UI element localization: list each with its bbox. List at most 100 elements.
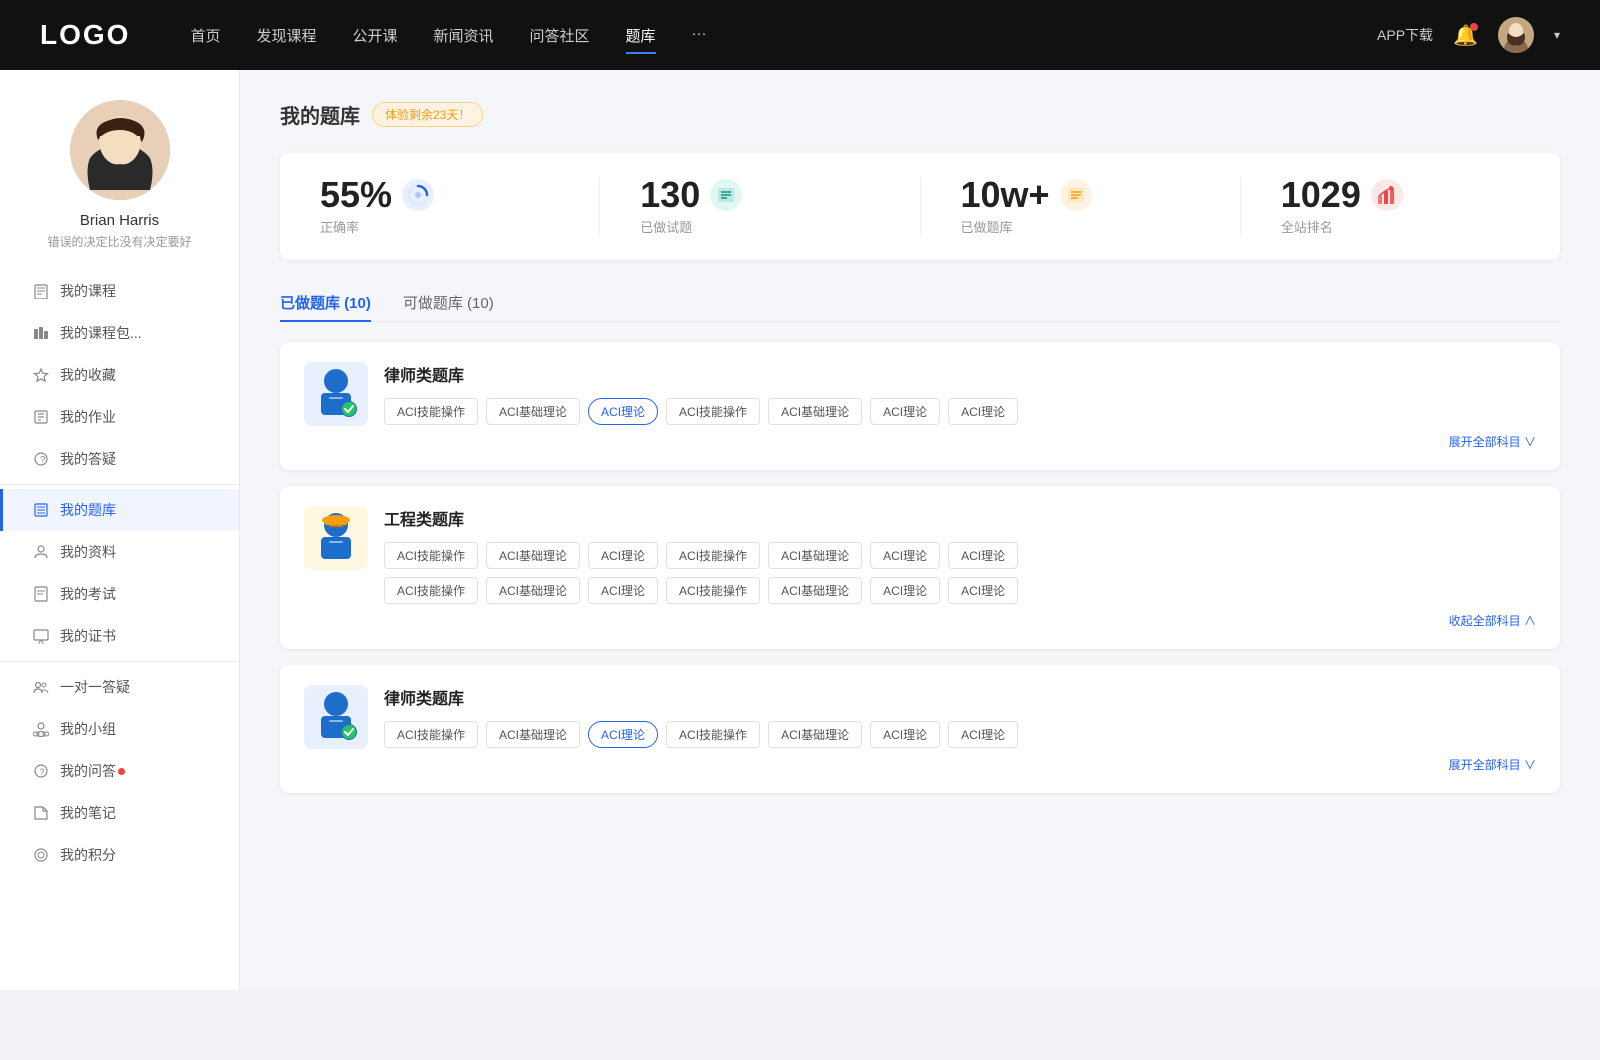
qbank-tags-row1: ACI技能操作 ACI基础理论 ACI理论 ACI技能操作 ACI基础理论 AC… bbox=[384, 542, 1536, 569]
tabs-row: 已做题库 (10) 可做题库 (10) bbox=[280, 284, 1560, 322]
question-dot bbox=[118, 768, 125, 775]
sidebar-item-points[interactable]: 我的积分 bbox=[0, 834, 239, 876]
exam-icon bbox=[32, 586, 50, 602]
qbank-tags-1: ACI技能操作 ACI基础理论 ACI理论 ACI技能操作 ACI基础理论 AC… bbox=[384, 398, 1536, 425]
qbank-tag[interactable]: ACI理论 bbox=[870, 721, 940, 748]
qbank-tag[interactable]: ACI技能操作 bbox=[666, 721, 760, 748]
qbank-tag[interactable]: ACI基础理论 bbox=[486, 577, 580, 604]
qbank-header-3: 律师类题库 ACI技能操作 ACI基础理论 ACI理论 ACI技能操作 ACI基… bbox=[304, 685, 1536, 773]
qbank-tag-active[interactable]: ACI理论 bbox=[588, 721, 658, 748]
sidebar-item-course-pkg[interactable]: 我的课程包... bbox=[0, 312, 239, 354]
qbank-tag[interactable]: ACI理论 bbox=[948, 542, 1018, 569]
user-dropdown-icon[interactable]: ▾ bbox=[1554, 28, 1560, 42]
stat-label-done-b: 已做题库 bbox=[961, 217, 1013, 236]
sidebar-item-favorites[interactable]: 我的收藏 bbox=[0, 354, 239, 396]
nav-qbank[interactable]: 题库 bbox=[626, 21, 656, 50]
page-title: 我的题库 bbox=[280, 100, 360, 129]
qbank-tag[interactable]: ACI基础理论 bbox=[768, 577, 862, 604]
qbank-card-2: 工程类题库 ACI技能操作 ACI基础理论 ACI理论 ACI技能操作 ACI基… bbox=[280, 486, 1560, 649]
qbank-tag[interactable]: ACI技能操作 bbox=[666, 577, 760, 604]
notes-icon bbox=[32, 805, 50, 821]
qbank-tag[interactable]: ACI基础理论 bbox=[768, 721, 862, 748]
qbank-tag[interactable]: ACI理论 bbox=[948, 398, 1018, 425]
sidebar-item-qbank[interactable]: 我的题库 bbox=[0, 489, 239, 531]
qbank-tag[interactable]: ACI理论 bbox=[870, 542, 940, 569]
stat-main-row-4: 1029 bbox=[1281, 177, 1403, 213]
stat-done-questions: 130 已做试题 bbox=[600, 177, 920, 236]
qbank-icon bbox=[32, 502, 50, 518]
stat-main-row: 55% bbox=[320, 177, 434, 213]
stat-value-done-b: 10w+ bbox=[961, 177, 1050, 213]
app-download-link[interactable]: APP下载 bbox=[1377, 25, 1433, 45]
nav-open-course[interactable]: 公开课 bbox=[352, 21, 397, 50]
nav-qa[interactable]: 问答社区 bbox=[530, 21, 590, 50]
qbank-body-3: 律师类题库 ACI技能操作 ACI基础理论 ACI理论 ACI技能操作 ACI基… bbox=[384, 685, 1536, 773]
stat-value-rank: 1029 bbox=[1281, 177, 1361, 213]
sidebar-item-label: 我的积分 bbox=[60, 845, 116, 865]
sidebar-item-profile[interactable]: 我的资料 bbox=[0, 531, 239, 573]
group-icon bbox=[32, 721, 50, 737]
sidebar-item-exam[interactable]: 我的考试 bbox=[0, 573, 239, 615]
nav-news[interactable]: 新闻资讯 bbox=[434, 21, 494, 50]
page-title-row: 我的题库 体验剩余23天！ bbox=[280, 100, 1560, 129]
lawyer-icon-svg bbox=[311, 367, 361, 421]
navbar-right: APP下载 🔔 ▾ bbox=[1377, 17, 1560, 53]
qbank-icon-2[interactable] bbox=[304, 506, 368, 570]
stat-icon-rank bbox=[1371, 179, 1403, 211]
sidebar-item-my-courses[interactable]: 我的课程 bbox=[0, 270, 239, 312]
tab-done-banks[interactable]: 已做题库 (10) bbox=[280, 284, 371, 321]
stat-label-rank: 全站排名 bbox=[1281, 217, 1333, 236]
notification-dot bbox=[1470, 23, 1478, 31]
sidebar-item-notes[interactable]: 我的笔记 bbox=[0, 792, 239, 834]
sidebar-item-questions[interactable]: ? 我的问答 bbox=[0, 750, 239, 792]
qbank-tag[interactable]: ACI技能操作 bbox=[384, 398, 478, 425]
navbar: LOGO 首页 发现课程 公开课 新闻资讯 问答社区 题库 ··· APP下载 … bbox=[0, 0, 1600, 70]
sidebar-item-cert[interactable]: 我的证书 bbox=[0, 615, 239, 657]
sidebar-item-label: 我的作业 bbox=[60, 407, 116, 427]
qbank-tag[interactable]: ACI理论 bbox=[588, 577, 658, 604]
qbank-title-2: 工程类题库 bbox=[384, 506, 1536, 530]
sidebar-item-label: 我的证书 bbox=[60, 626, 116, 646]
sidebar-item-group[interactable]: 我的小组 bbox=[0, 708, 239, 750]
qbank-tag[interactable]: ACI基础理论 bbox=[486, 721, 580, 748]
stat-icon-done-q bbox=[710, 179, 742, 211]
qbank-tag[interactable]: ACI技能操作 bbox=[666, 542, 760, 569]
qbank-expand-3[interactable]: 展开全部科目 ∨ bbox=[384, 756, 1536, 773]
qbank-tag-active[interactable]: ACI理论 bbox=[588, 398, 658, 425]
qbank-title-1: 律师类题库 bbox=[384, 362, 1536, 386]
nav-home[interactable]: 首页 bbox=[190, 21, 220, 50]
qbank-tag[interactable]: ACI理论 bbox=[588, 542, 658, 569]
qbank-tag[interactable]: ACI技能操作 bbox=[384, 542, 478, 569]
sidebar-item-1on1[interactable]: 一对一答疑 bbox=[0, 666, 239, 708]
qbank-tag[interactable]: ACI理论 bbox=[870, 398, 940, 425]
qbank-tag[interactable]: ACI基础理论 bbox=[486, 542, 580, 569]
qbank-tag[interactable]: ACI基础理论 bbox=[768, 542, 862, 569]
qbank-collapse-2[interactable]: 收起全部科目 ∧ bbox=[384, 612, 1536, 629]
qbank-tag[interactable]: ACI技能操作 bbox=[384, 721, 478, 748]
qbank-tag[interactable]: ACI技能操作 bbox=[384, 577, 478, 604]
favorites-icon bbox=[32, 367, 50, 383]
qbank-expand-1[interactable]: 展开全部科目 ∨ bbox=[384, 433, 1536, 450]
user-avatar[interactable] bbox=[1498, 17, 1534, 53]
notification-bell[interactable]: 🔔 bbox=[1453, 23, 1478, 48]
sidebar-item-homework[interactable]: 我的作业 bbox=[0, 396, 239, 438]
qbank-tag[interactable]: ACI理论 bbox=[948, 577, 1018, 604]
qbank-tag[interactable]: ACI技能操作 bbox=[666, 398, 760, 425]
qbank-tag[interactable]: ACI理论 bbox=[870, 577, 940, 604]
qa-icon: ? bbox=[32, 451, 50, 467]
1on1-icon bbox=[32, 679, 50, 695]
sidebar-item-label: 我的小组 bbox=[60, 719, 116, 739]
qbank-tag[interactable]: ACI基础理论 bbox=[486, 398, 580, 425]
tab-available-banks[interactable]: 可做题库 (10) bbox=[403, 284, 494, 321]
navbar-logo[interactable]: LOGO bbox=[40, 19, 130, 51]
sidebar-item-qa[interactable]: ? 我的答疑 bbox=[0, 438, 239, 480]
nav-discover[interactable]: 发现课程 bbox=[256, 21, 316, 50]
sidebar-motto: 错误的决定比没有决定要好 bbox=[47, 233, 191, 250]
nav-more[interactable]: ··· bbox=[692, 21, 707, 50]
sidebar-item-label: 我的课程 bbox=[60, 281, 116, 301]
sidebar-item-label: 我的收藏 bbox=[60, 365, 116, 385]
qbank-icon-1[interactable] bbox=[304, 362, 368, 426]
qbank-icon-3[interactable] bbox=[304, 685, 368, 749]
qbank-tag[interactable]: ACI理论 bbox=[948, 721, 1018, 748]
qbank-tag[interactable]: ACI基础理论 bbox=[768, 398, 862, 425]
